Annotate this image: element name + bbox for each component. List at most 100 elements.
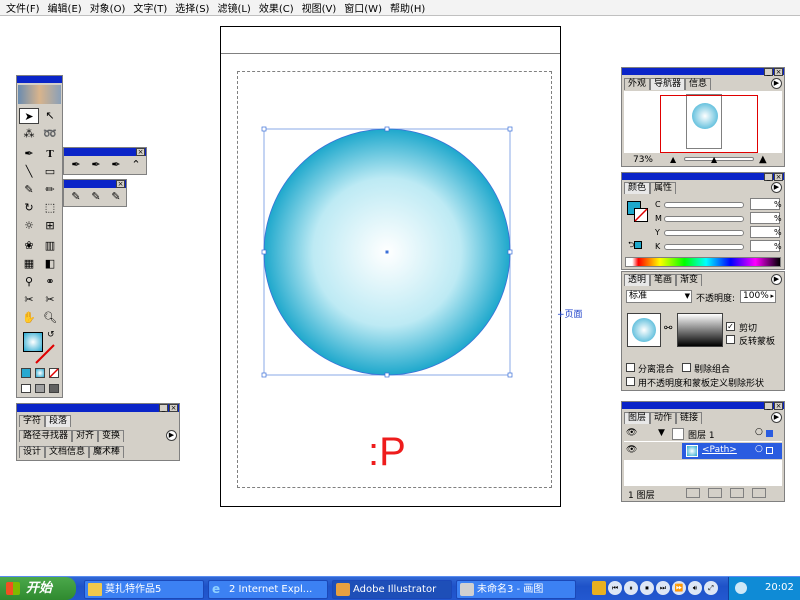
navigator-view-box[interactable] — [660, 95, 758, 153]
knockout-shape-checkbox[interactable] — [626, 377, 635, 386]
type-tool[interactable]: T — [40, 146, 60, 162]
pen-tool-option[interactable]: ✒ — [66, 157, 86, 173]
eyedropper-tool[interactable]: ⚲ — [19, 274, 39, 290]
minimize-icon[interactable]: _ — [159, 404, 168, 412]
clip-checkbox[interactable]: ✓ — [726, 322, 735, 331]
blend-mode-select[interactable]: 标准 ▼ — [626, 290, 692, 303]
delete-anchor-tool[interactable]: ✒ — [106, 157, 126, 173]
type-panel-titlebar[interactable] — [17, 404, 179, 412]
zoom-in-icon[interactable]: ▲ — [759, 154, 767, 165]
tab-magic-wand[interactable]: 魔术棒 — [89, 446, 125, 458]
zoom-field[interactable]: 73% — [625, 155, 661, 166]
handle-mr[interactable] — [507, 249, 513, 255]
menu-view[interactable]: 视图(V) — [298, 0, 341, 15]
new-layer-icon[interactable] — [730, 488, 744, 498]
out-of-gamut-icon[interactable]: ⮌ — [628, 239, 643, 253]
handle-bc[interactable] — [384, 372, 390, 378]
tab-info[interactable]: 信息 — [685, 78, 712, 90]
gradient-mode-button[interactable] — [35, 368, 45, 378]
expand-triangle-icon[interactable]: ▼ — [658, 428, 665, 438]
magic-wand-tool[interactable]: ⁂ — [19, 126, 39, 142]
screen-mode-full[interactable] — [49, 384, 59, 393]
make-clip-icon[interactable] — [686, 488, 700, 498]
warp-tool[interactable]: ☼ — [19, 218, 39, 234]
minimize-icon[interactable]: _ — [764, 173, 773, 181]
panel-menu-icon[interactable]: ▶ — [771, 78, 782, 89]
layer-row[interactable]: 👁︎ ▼ 图层 1 ○ — [624, 426, 782, 442]
handle-bl[interactable] — [261, 372, 267, 378]
object-thumbnail[interactable] — [627, 313, 661, 347]
minimize-icon[interactable]: _ — [764, 402, 773, 410]
line-tool[interactable]: ╲ — [19, 164, 39, 180]
network-icon[interactable] — [735, 582, 747, 594]
pencil-tool[interactable]: ✏ — [40, 182, 60, 198]
tab-paragraph[interactable]: 段落 — [45, 415, 72, 427]
close-icon[interactable]: × — [774, 173, 783, 181]
next-icon[interactable]: ⏩ — [672, 581, 686, 595]
zoom-slider-thumb[interactable]: ▲ — [711, 156, 717, 164]
eye-icon[interactable]: 👁︎ — [626, 445, 637, 455]
trash-icon[interactable] — [752, 488, 766, 498]
target-icon[interactable]: ○ — [755, 444, 763, 454]
scale-tool[interactable]: ⬚ — [40, 200, 60, 216]
task-paint[interactable]: 未命名3 - 画图 — [456, 580, 576, 599]
gradient-tool[interactable]: ◧ — [40, 256, 60, 272]
tab-actions[interactable]: 动作 — [650, 412, 677, 424]
hand-tool[interactable]: ✋ — [19, 310, 39, 326]
add-anchor-tool[interactable]: ✒ — [86, 157, 106, 173]
media-player-icon[interactable] — [592, 581, 606, 595]
tab-attributes[interactable]: 属性 — [650, 182, 677, 194]
tab-transform[interactable]: 变换 — [98, 430, 125, 442]
color-titlebar[interactable] — [622, 173, 784, 180]
path-name[interactable]: <Path> — [702, 445, 737, 455]
graph-tool[interactable]: ▥ — [40, 238, 60, 254]
direct-selection-tool[interactable]: ↖ — [40, 108, 60, 124]
tab-character[interactable]: 字符 — [19, 415, 46, 427]
restore-icon[interactable]: ⤢ — [704, 581, 718, 595]
close-icon[interactable]: × — [116, 180, 125, 188]
task-illustrator[interactable]: Adobe Illustrator — [332, 580, 452, 599]
start-button[interactable]: 开始 — [0, 577, 76, 600]
layers-titlebar[interactable] — [622, 402, 784, 409]
tab-align[interactable]: 对齐 — [72, 430, 99, 442]
volume-icon[interactable]: 🔊︎ — [688, 581, 702, 595]
channel-m-slider[interactable] — [664, 216, 744, 222]
tab-stroke[interactable]: 笔画 — [650, 274, 677, 286]
invert-mask-checkbox[interactable] — [726, 335, 735, 344]
isolate-blending-checkbox[interactable] — [626, 363, 635, 372]
chevron-right-icon[interactable]: ▸ — [770, 291, 774, 302]
target-icon[interactable]: ○ — [755, 427, 763, 437]
tab-design[interactable]: 设计 — [19, 446, 46, 458]
close-icon[interactable]: × — [169, 404, 178, 412]
color-mode-button[interactable] — [21, 368, 31, 378]
channel-y-slider[interactable] — [664, 230, 744, 236]
close-icon[interactable]: × — [774, 68, 783, 76]
paintbrush-tool[interactable]: ✎ — [19, 182, 39, 198]
panel-menu-icon[interactable]: ▶ — [771, 182, 782, 193]
knockout-group-checkbox[interactable] — [682, 363, 691, 372]
rotate-tool[interactable]: ↻ — [19, 200, 39, 216]
menu-filter[interactable]: 滤镜(L) — [213, 0, 254, 15]
handle-tl[interactable] — [261, 126, 267, 132]
pen-flyout-titlebar[interactable] — [64, 148, 146, 156]
none-mode-button[interactable] — [49, 368, 59, 378]
link-icon[interactable]: ⚯ — [664, 323, 672, 334]
mask-thumbnail[interactable] — [677, 313, 723, 347]
screen-mode-menu[interactable] — [35, 384, 45, 393]
selection-tool[interactable]: ➤ — [19, 108, 39, 124]
pencil-option[interactable]: ✎ — [66, 189, 86, 205]
handle-tc[interactable] — [384, 126, 390, 132]
opacity-input[interactable]: 100% ▸ — [740, 290, 776, 303]
free-transform-tool[interactable]: ⊞ — [40, 218, 60, 234]
zoom-out-icon[interactable]: ▲ — [670, 155, 676, 164]
tab-doc-info[interactable]: 文档信息 — [45, 446, 90, 458]
swap-icon[interactable]: ↺ — [47, 330, 55, 340]
symbol-sprayer-tool[interactable]: ❀ — [19, 238, 39, 254]
panel-menu-icon[interactable]: ▶ — [771, 412, 782, 423]
task-ie[interactable]: e 2 Internet Expl... — [208, 580, 328, 599]
smooth-tool[interactable]: ✎ — [86, 189, 106, 205]
close-icon[interactable]: × — [136, 148, 145, 156]
erase-tool[interactable]: ✎ — [106, 189, 126, 205]
new-sublayer-icon[interactable] — [708, 488, 722, 498]
screen-mode-standard[interactable] — [21, 384, 31, 393]
